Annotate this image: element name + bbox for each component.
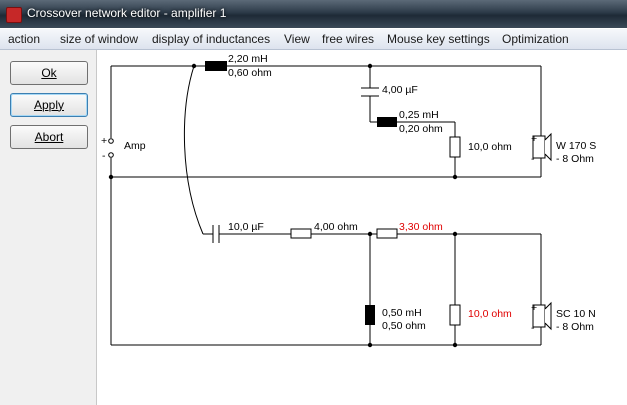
amp-minus-label: - xyxy=(102,150,106,162)
woofer-impedance: - 8 Ohm xyxy=(556,153,594,165)
abort-button[interactable]: Abort xyxy=(10,125,88,149)
resistor-woofer-value: 10,0 ohm xyxy=(468,141,512,153)
resistor-tweeter-value: 10,0 ohm xyxy=(468,308,512,320)
tweeter-minus-label: - xyxy=(531,322,535,334)
window-title: Crossover network editor - amplifier 1 xyxy=(27,6,227,20)
tweeter-impedance: - 8 Ohm xyxy=(556,321,594,333)
inductor-1-value: 2,20 mH xyxy=(228,53,268,65)
inductor-1[interactable] xyxy=(205,61,227,71)
woofer-name: W 170 S xyxy=(556,140,596,152)
title-bar: Crossover network editor - amplifier 1 xyxy=(0,0,627,28)
tweeter-plus-label: + xyxy=(531,302,537,314)
amp-plus-label: + xyxy=(101,135,107,147)
menu-display-of-inductances[interactable]: display of inductances xyxy=(152,32,270,46)
junction-dots xyxy=(108,63,458,348)
capacitor-2[interactable] xyxy=(212,225,220,243)
ok-button[interactable]: Ok xyxy=(10,61,88,85)
inductor-2-resistance: 0,20 ohm xyxy=(399,123,443,135)
resistor-tweeter[interactable] xyxy=(449,304,461,326)
menu-mouse-key-settings[interactable]: Mouse key settings xyxy=(387,32,490,46)
resistor-series-2-value: 3,30 ohm xyxy=(399,221,443,233)
resistor-series-2[interactable] xyxy=(376,228,398,239)
inductor-3-value: 0,50 mH xyxy=(382,307,422,319)
capacitor-1[interactable] xyxy=(361,87,379,97)
wires xyxy=(110,65,542,346)
inductor-3[interactable] xyxy=(365,305,375,325)
amp-terminals[interactable]: + - Amp xyxy=(101,135,146,162)
resistor-woofer[interactable] xyxy=(449,136,461,158)
circuit-canvas[interactable]: + - Amp 2,20 mH 0,60 ohm 4,00 µF 0,25 mH… xyxy=(97,50,627,405)
resistor-series-1-value: 4,00 ohm xyxy=(314,221,358,233)
menu-bar: action size of window display of inducta… xyxy=(0,29,627,50)
menu-free-wires[interactable]: free wires xyxy=(322,32,374,46)
resistor-series-1[interactable] xyxy=(290,228,312,239)
app-icon xyxy=(6,7,22,23)
inductor-2-value: 0,25 mH xyxy=(399,109,439,121)
inductor-2[interactable] xyxy=(377,117,397,127)
menu-size-of-window[interactable]: size of window xyxy=(60,32,138,46)
menu-optimization[interactable]: Optimization xyxy=(502,32,569,46)
capacitor-2-value: 10,0 µF xyxy=(228,221,264,233)
tweeter-name: SC 10 N xyxy=(556,308,596,320)
inductor-1-resistance: 0,60 ohm xyxy=(228,67,272,79)
menu-action[interactable]: action xyxy=(8,32,40,46)
woofer-plus-label: + xyxy=(531,133,537,145)
amp-label: Amp xyxy=(124,140,146,152)
apply-button[interactable]: Apply xyxy=(10,93,88,117)
button-panel: Ok Apply Abort xyxy=(0,50,97,405)
capacitor-1-value: 4,00 µF xyxy=(382,84,418,96)
menu-view[interactable]: View xyxy=(284,32,310,46)
inductor-3-resistance: 0,50 ohm xyxy=(382,320,426,332)
woofer-minus-label: - xyxy=(531,153,535,165)
